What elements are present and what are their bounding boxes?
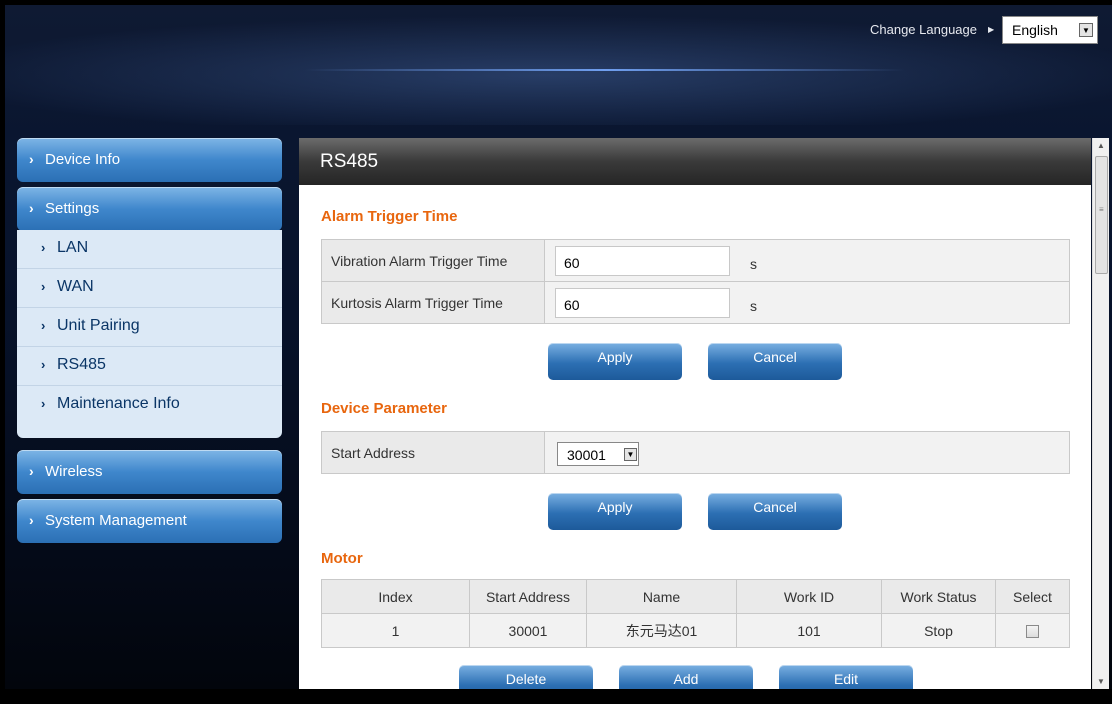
cell-select	[995, 613, 1070, 648]
submenu-item-wan[interactable]: › WAN	[17, 269, 282, 308]
chevron-right-icon: ›	[29, 512, 34, 528]
start-address-select[interactable]: 30001 ▼	[557, 442, 639, 466]
chevron-right-icon: ›	[41, 396, 46, 411]
form-row: Vibration Alarm Trigger Time 60 s	[321, 239, 1070, 282]
column-header: Start Address	[469, 579, 587, 614]
unit-label: s	[750, 298, 757, 314]
bottom-border	[0, 689, 1112, 704]
alarm-apply-button[interactable]: Apply	[548, 343, 682, 380]
column-header: Select	[995, 579, 1070, 614]
grip-icon: ≡	[1099, 205, 1104, 214]
chevron-right-icon: ›	[29, 200, 34, 216]
settings-submenu: › LAN › WAN › Unit Pairing › RS485 › Mai…	[17, 230, 282, 438]
device-cancel-button[interactable]: Cancel	[708, 493, 842, 530]
vibration-alarm-label: Vibration Alarm Trigger Time	[321, 239, 545, 282]
sidebar-item-wireless[interactable]: › Wireless	[17, 450, 282, 494]
select-checkbox[interactable]	[1026, 625, 1039, 639]
chevron-right-icon: ›	[41, 357, 46, 372]
page-title: RS485	[320, 151, 379, 172]
delete-button[interactable]: Delete	[459, 665, 593, 689]
submenu-item-lan[interactable]: › LAN	[17, 230, 282, 269]
arrow-right-icon: ▶	[988, 25, 995, 34]
form-field-cell: 30001 ▼	[544, 431, 1070, 474]
scrollbar-thumb[interactable]: ≡	[1095, 156, 1108, 274]
alarm-cancel-button[interactable]: Cancel	[708, 343, 842, 380]
title-bar: RS485	[299, 138, 1091, 185]
cell-work-id: 101	[736, 613, 882, 648]
submenu-item-label: Maintenance Info	[57, 395, 180, 412]
submenu-item-label: WAN	[57, 278, 94, 295]
submenu-item-label: Unit Pairing	[57, 317, 140, 334]
submenu-item-label: LAN	[57, 239, 89, 256]
main-panel: RS485 Alarm Trigger Time Vibration Alarm…	[299, 138, 1091, 689]
column-header: Index	[321, 579, 470, 614]
sidebar-item-system-management[interactable]: › System Management	[17, 499, 282, 543]
change-language-label: Change Language	[870, 22, 977, 37]
section-title-alarm: Alarm Trigger Time	[321, 208, 458, 225]
device-apply-button[interactable]: Apply	[548, 493, 682, 530]
chevron-right-icon: ›	[29, 463, 34, 479]
table-row: 1 30001 东元马达01 101 Stop	[321, 613, 1070, 648]
language-value: English	[1012, 22, 1058, 38]
column-header: Work ID	[736, 579, 882, 614]
start-address-label: Start Address	[321, 431, 545, 474]
cell-work-status: Stop	[881, 613, 996, 648]
alarm-form: Vibration Alarm Trigger Time 60 s Kurtos…	[321, 239, 1070, 324]
section-title-motor: Motor	[321, 550, 363, 567]
sidebar-item-label: Settings	[45, 200, 100, 217]
device-form: Start Address 30001 ▼	[321, 431, 1070, 474]
sidebar-item-label: System Management	[45, 512, 187, 529]
form-field-cell: 60 s	[544, 281, 1070, 324]
kurtosis-alarm-label: Kurtosis Alarm Trigger Time	[321, 281, 545, 324]
add-button[interactable]: Add	[619, 665, 753, 689]
submenu-item-label: RS485	[57, 356, 106, 373]
chevron-down-icon[interactable]: ▼	[1079, 23, 1093, 37]
scroll-down-icon[interactable]: ▼	[1097, 677, 1105, 686]
chevron-right-icon: ›	[41, 240, 46, 255]
start-address-value: 30001	[567, 447, 606, 463]
sidebar-item-label: Wireless	[45, 463, 103, 480]
unit-label: s	[750, 256, 757, 272]
section-title-device: Device Parameter	[321, 400, 447, 417]
table-header-row: Index Start Address Name Work ID Work St…	[321, 579, 1070, 614]
column-header: Work Status	[881, 579, 996, 614]
vertical-scrollbar[interactable]: ▲ ≡ ▼	[1092, 138, 1109, 689]
form-field-cell: 60 s	[544, 239, 1070, 282]
chevron-right-icon: ›	[29, 151, 34, 167]
form-row: Kurtosis Alarm Trigger Time 60 s	[321, 281, 1070, 324]
submenu-item-maintenance-info[interactable]: › Maintenance Info	[17, 386, 282, 425]
kurtosis-alarm-input[interactable]: 60	[555, 288, 730, 318]
chevron-right-icon: ›	[41, 318, 46, 333]
sidebar-item-label: Device Info	[45, 151, 121, 168]
cell-start-address: 30001	[469, 613, 587, 648]
cell-name: 东元马达01	[586, 613, 737, 648]
cell-index: 1	[321, 613, 470, 648]
column-header: Name	[586, 579, 737, 614]
motor-table: Index Start Address Name Work ID Work St…	[321, 579, 1070, 648]
sidebar-item-settings[interactable]: › Settings	[17, 187, 282, 231]
chevron-down-icon[interactable]: ▼	[624, 448, 637, 461]
chevron-right-icon: ›	[41, 279, 46, 294]
language-select[interactable]: English ▼	[1002, 16, 1098, 44]
submenu-item-rs485[interactable]: › RS485	[17, 347, 282, 386]
submenu-item-unit-pairing[interactable]: › Unit Pairing	[17, 308, 282, 347]
sidebar-item-device-info[interactable]: › Device Info	[17, 138, 282, 182]
vibration-alarm-input[interactable]: 60	[555, 246, 730, 276]
header-glow	[305, 69, 905, 71]
scroll-up-icon[interactable]: ▲	[1097, 141, 1105, 150]
form-row: Start Address 30001 ▼	[321, 431, 1070, 474]
edit-button[interactable]: Edit	[779, 665, 913, 689]
